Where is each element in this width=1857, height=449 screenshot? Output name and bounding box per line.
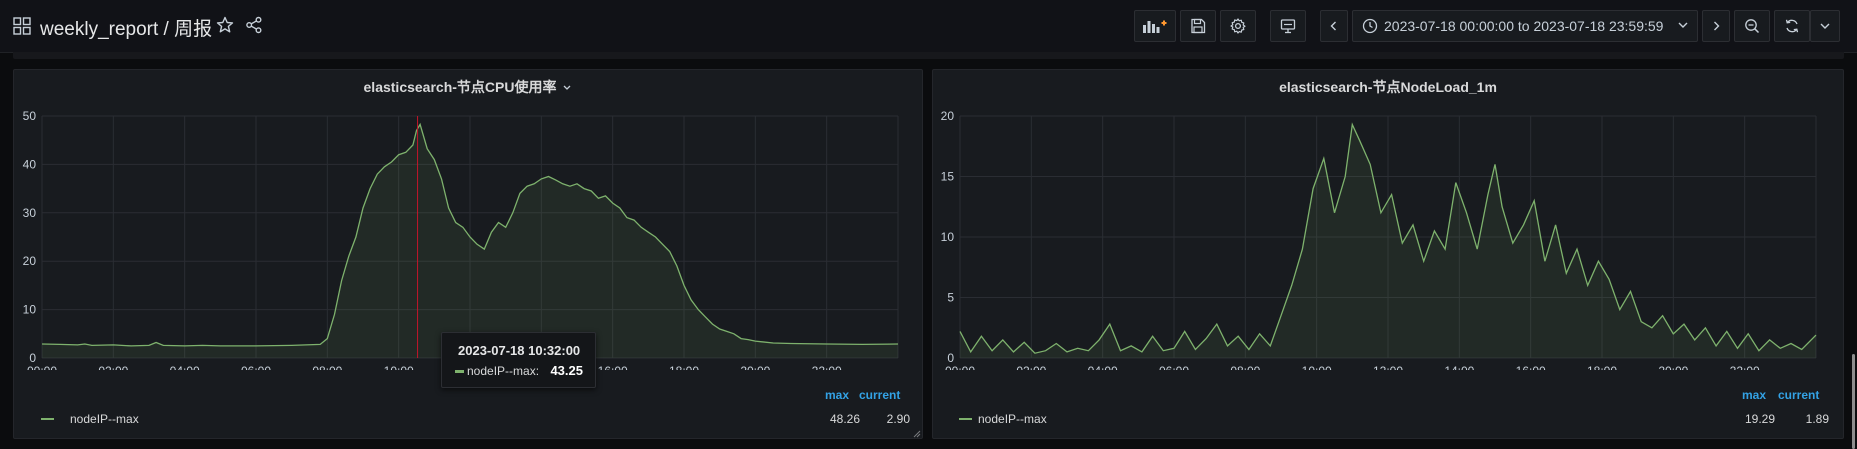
x-tick-label: 22:00 [812, 364, 842, 370]
x-tick-label: 20:00 [1658, 364, 1688, 370]
tooltip-time: 2023-07-18 10:32:00 [458, 343, 581, 358]
time-shift-back-button[interactable] [1320, 10, 1348, 42]
x-tick-label: 12:00 [1373, 364, 1403, 370]
grid-icon[interactable] [13, 17, 31, 35]
refresh-button[interactable] [1774, 10, 1810, 42]
x-tick-label: 08:00 [1230, 364, 1260, 370]
resize-handle-icon[interactable] [913, 430, 921, 438]
y-tick-label: 5 [947, 291, 954, 305]
x-tick-label: 00:00 [945, 364, 975, 370]
x-tick-label: 14:00 [1444, 364, 1474, 370]
tooltip-series-swatch [455, 370, 464, 373]
x-tick-label: 16:00 [1516, 364, 1546, 370]
zoom-out-icon [1745, 19, 1760, 34]
chevron-left-icon [1330, 21, 1336, 31]
y-tick-label: 20 [23, 254, 37, 268]
refresh-icon [1785, 19, 1799, 33]
chart-tooltip: 2023-07-18 10:32:00 nodeIP--max: 43.25 [441, 332, 596, 388]
x-tick-label: 22:00 [1730, 364, 1760, 370]
x-tick-label: 20:00 [740, 364, 770, 370]
x-tick-label: 16:00 [598, 364, 628, 370]
legend-max-value: 19.29 [1744, 412, 1775, 426]
legend-current-value: 2.90 [886, 412, 910, 426]
chevron-down-icon [1678, 22, 1688, 28]
y-tick-label: 0 [947, 351, 954, 365]
cycle-view-mode-button[interactable] [1270, 10, 1306, 42]
gear-icon [1230, 18, 1246, 34]
node-load-chart[interactable]: 0 5 10 15 20 00:00 02:00 04:00 06:00 08:00 10:00 12… [933, 70, 1843, 370]
save-dashboard-button[interactable] [1180, 10, 1216, 42]
tooltip-series-name: nodeIP--max: [467, 364, 540, 378]
node-load-panel[interactable]: elasticsearch-节点NodeLoad_1m 0510152000:0… [932, 69, 1844, 439]
time-range-picker[interactable]: 2023-07-18 00:00:00 to 2023-07-18 23:59:… [1352, 10, 1698, 42]
y-tick-label: 40 [23, 157, 37, 171]
legend-header-max[interactable]: max [825, 388, 849, 402]
y-tick-label: 10 [941, 230, 955, 244]
legend-max-value: 48.26 [829, 412, 860, 426]
clock-icon [1362, 18, 1378, 34]
top-bar: weekly_report / 周报 2023-07-18 00:00:00 t… [0, 0, 1857, 53]
dashboard-title[interactable]: weekly_report / 周报 [40, 14, 212, 41]
legend-series-swatch[interactable] [959, 418, 972, 420]
cpu-usage-chart[interactable]: 0 10 20 30 40 50 00:00 02:00 04:00 06:00 08:00 10:0… [14, 70, 922, 370]
x-tick-label: 10:00 [1302, 364, 1332, 370]
dashboard-settings-button[interactable] [1220, 10, 1256, 42]
add-panel-icon [1143, 20, 1167, 33]
monitor-icon [1280, 19, 1296, 34]
y-tick-label: 15 [941, 170, 955, 184]
chevron-right-icon [1714, 21, 1720, 31]
y-tick-label: 50 [23, 109, 37, 123]
legend-series-name[interactable]: nodeIP--max [70, 412, 139, 426]
x-tick-label: 00:00 [27, 364, 57, 370]
legend-header-current[interactable]: current [1778, 388, 1819, 402]
page-scrollbar[interactable] [1852, 354, 1855, 449]
y-tick-label: 10 [23, 303, 37, 317]
x-tick-label: 04:00 [170, 364, 200, 370]
x-tick-label: 02:00 [1016, 364, 1046, 370]
share-icon[interactable] [245, 16, 263, 34]
star-icon[interactable] [216, 16, 234, 34]
legend-series-name[interactable]: nodeIP--max [978, 412, 1047, 426]
legend-header-max[interactable]: max [1742, 388, 1766, 402]
x-tick-label: 04:00 [1088, 364, 1118, 370]
y-tick-label: 0 [29, 351, 36, 365]
tooltip-value: 43.25 [550, 363, 583, 378]
x-tick-label: 08:00 [312, 364, 342, 370]
zoom-out-button[interactable] [1734, 10, 1770, 42]
legend-series-swatch[interactable] [41, 418, 54, 420]
x-tick-label: 02:00 [98, 364, 128, 370]
time-range-text: 2023-07-18 00:00:00 to 2023-07-18 23:59:… [1384, 18, 1664, 34]
time-shift-forward-button[interactable] [1702, 10, 1730, 42]
panel-row-strip [13, 52, 1844, 59]
y-tick-label: 30 [23, 206, 37, 220]
x-tick-label: 18:00 [1587, 364, 1617, 370]
add-panel-button[interactable] [1134, 10, 1176, 42]
y-tick-label: 20 [941, 109, 955, 123]
chevron-down-icon [1820, 23, 1830, 29]
x-tick-label: 06:00 [241, 364, 271, 370]
x-tick-label: 10:00 [384, 364, 414, 370]
refresh-interval-dropdown[interactable] [1810, 10, 1840, 42]
save-icon [1191, 18, 1206, 34]
x-tick-label: 06:00 [1159, 364, 1189, 370]
x-tick-label: 18:00 [669, 364, 699, 370]
legend-header-current[interactable]: current [859, 388, 900, 402]
legend-current-value: 1.89 [1805, 412, 1829, 426]
